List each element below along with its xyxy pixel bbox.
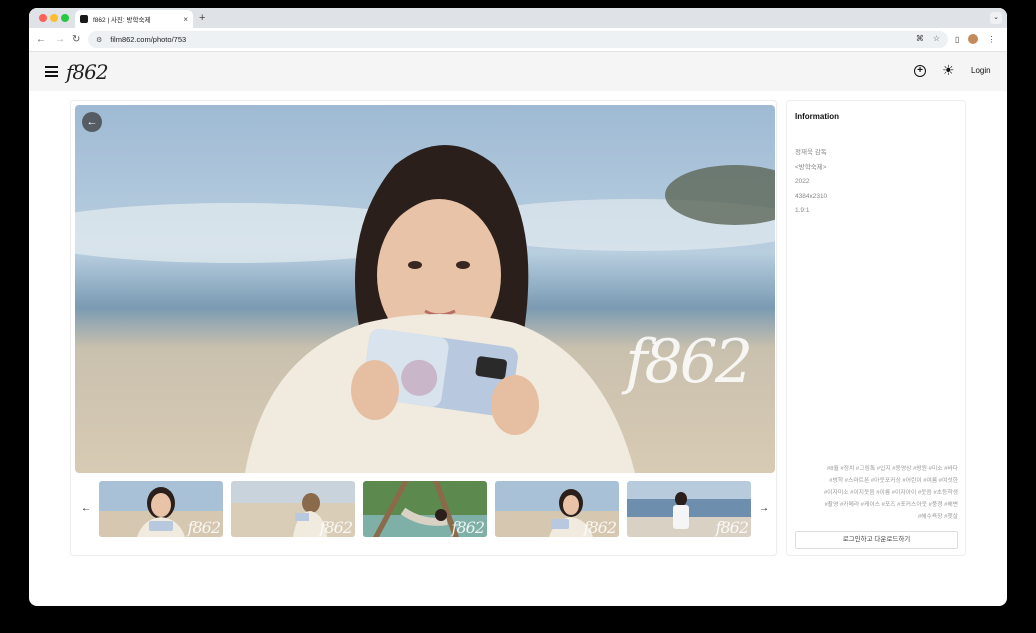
photo-card: ← f862 ← f862 f862 f862 f862 f862 → [70,100,777,556]
thumbnail-watermark: f862 [319,518,353,537]
menu-icon[interactable] [45,66,58,77]
back-arrow-icon[interactable]: ← [82,112,102,132]
thumbnail-watermark: f862 [583,518,617,537]
translate-icon[interactable]: ⌘ [916,34,924,43]
site-settings-icon[interactable]: ⚙ [96,36,102,44]
info-film: <방학숙제> [795,163,827,171]
reload-icon[interactable]: ↻ [72,33,80,47]
tab-search-button[interactable]: ⌄ [990,12,1002,24]
bookmark-star-icon[interactable]: ☆ [933,34,940,43]
forward-arrow-icon[interactable]: → [55,33,65,47]
login-download-button[interactable]: 로그인하고 다운로드하기 [795,531,958,549]
close-window-button[interactable] [39,14,47,22]
main-photo: ← f862 [75,105,775,473]
thumbnail[interactable]: f862 [99,481,223,537]
thumbnail-watermark: f862 [187,518,221,537]
side-panel-icon[interactable]: ▯ [955,35,959,44]
tag-line[interactable]: #촬영 #카메라 #케이스 #포즈 #포커스아웃 #풍경 #해변 [795,499,958,511]
tag-line[interactable]: #방학 #스마트폰 #아웃포커싱 #어린이 #여름 #여섯한 [795,475,958,487]
info-director: 정재욱 감독 [795,149,827,156]
thumbnail[interactable]: f862 [231,481,355,537]
thumbnail-strip: ← f862 f862 f862 f862 f862 → [71,481,778,537]
add-icon[interactable]: + [914,65,926,77]
site-favicon-icon [80,15,88,23]
site-header: f862 + ☀ Login [29,52,1007,91]
info-panel: Information 정재욱 감독 <방학숙제> 2022 4384x2310… [786,100,966,556]
tab-strip: f862 | 사진: 방학숙제 × + ⌄ [29,8,1007,28]
browser-window: f862 | 사진: 방학숙제 × + ⌄ ← → ↻ ⚙ film862.co… [29,8,1007,606]
tag-line[interactable]: #해수욕장 #햇살 [795,511,958,523]
tab-close-icon[interactable]: × [183,15,188,24]
browser-tab[interactable]: f862 | 사진: 방학숙제 × [75,10,193,28]
browser-toolbar: ← → ↻ ⚙ film862.com/photo/753 ⌘ ☆ ▯ ⋮ [29,28,1007,52]
thumbnail[interactable]: f862 [363,481,487,537]
back-arrow-icon[interactable]: ← [36,33,46,47]
thumb-prev-icon[interactable]: ← [81,503,91,514]
info-year: 2022 [795,178,810,185]
thumbnail-watermark: f862 [451,518,485,537]
site-logo[interactable]: f862 [66,60,109,84]
theme-toggle-sun-icon[interactable]: ☀ [942,62,955,78]
new-tab-button[interactable]: + [199,11,205,25]
thumbnail[interactable]: f862 [495,481,619,537]
thumb-next-icon[interactable]: → [759,503,769,514]
info-resolution: 4384x2310 [795,192,828,200]
info-aspect-ratio: 1.9:1 [795,207,810,214]
photo-image [75,105,775,473]
thumbnail-watermark: f862 [715,518,749,537]
tag-line[interactable]: #8월 #정치 #그림톡 #입지 #동영상 #방원 #미소 #바다 [795,463,958,475]
address-bar[interactable]: ⚙ film862.com/photo/753 ⌘ ☆ [88,31,948,48]
tag-list: #8월 #정치 #그림톡 #입지 #동영상 #방원 #미소 #바다 #방학 #스… [795,463,958,523]
photo-watermark: f862 [625,327,753,397]
info-details: 정재욱 감독 <방학숙제> 2022 4384x2310 1.9:1 [795,146,827,219]
info-title: Information [795,112,839,121]
browser-menu-icon[interactable]: ⋮ [987,35,995,44]
url-text: film862.com/photo/753 [110,35,187,44]
thumbnail[interactable]: f862 [627,481,751,537]
login-link[interactable]: Login [971,66,991,75]
profile-avatar[interactable] [968,34,979,44]
tab-title: f862 | 사진: 방학숙제 [93,17,151,24]
minimize-window-button[interactable] [50,14,58,22]
maximize-window-button[interactable] [61,14,69,22]
tag-line[interactable]: #이자미소 #이지웃음 #이름 #이자아이 #웃음 #초등학생 [795,487,958,499]
